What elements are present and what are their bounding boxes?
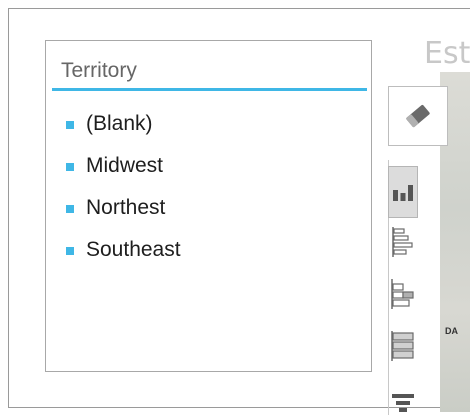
slicer-item-label: Northest	[86, 196, 166, 219]
slicer-header: Territory	[52, 49, 367, 91]
slicer-item-label: (Blank)	[86, 112, 153, 135]
funnel-chart-icon	[392, 394, 414, 412]
clustered-bar-chart-icon	[391, 331, 414, 361]
territory-slicer[interactable]: Territory (Blank) Midwest Northest South…	[45, 40, 372, 372]
clear-filter-button[interactable]	[388, 86, 448, 146]
bar-chart-button[interactable]	[388, 222, 418, 262]
visualization-toolbar	[388, 86, 448, 415]
column-chart-button[interactable]	[388, 166, 418, 218]
stacked-bar-chart-button[interactable]	[388, 274, 418, 314]
bullet-icon	[66, 247, 74, 255]
slicer-item-label: Southeast	[86, 238, 181, 261]
bullet-icon	[66, 121, 74, 129]
slicer-item-blank[interactable]: (Blank)	[66, 103, 181, 145]
map-title: Est	[424, 36, 470, 71]
stacked-bar-chart-icon	[391, 279, 414, 309]
column-chart-icon	[393, 185, 413, 201]
slicer-title: Territory	[61, 59, 137, 82]
slicer-list: (Blank) Midwest Northest Southeast	[66, 103, 181, 271]
eraser-icon	[406, 104, 430, 128]
clustered-bar-chart-button[interactable]	[388, 326, 418, 366]
bar-chart-icon	[392, 227, 413, 257]
bullet-icon	[66, 205, 74, 213]
slicer-item-southeast[interactable]: Southeast	[66, 229, 181, 271]
slicer-item-midwest[interactable]: Midwest	[66, 145, 181, 187]
funnel-chart-button[interactable]	[388, 382, 418, 415]
bullet-icon	[66, 163, 74, 171]
slicer-item-northest[interactable]: Northest	[66, 187, 181, 229]
slicer-item-label: Midwest	[86, 154, 164, 177]
